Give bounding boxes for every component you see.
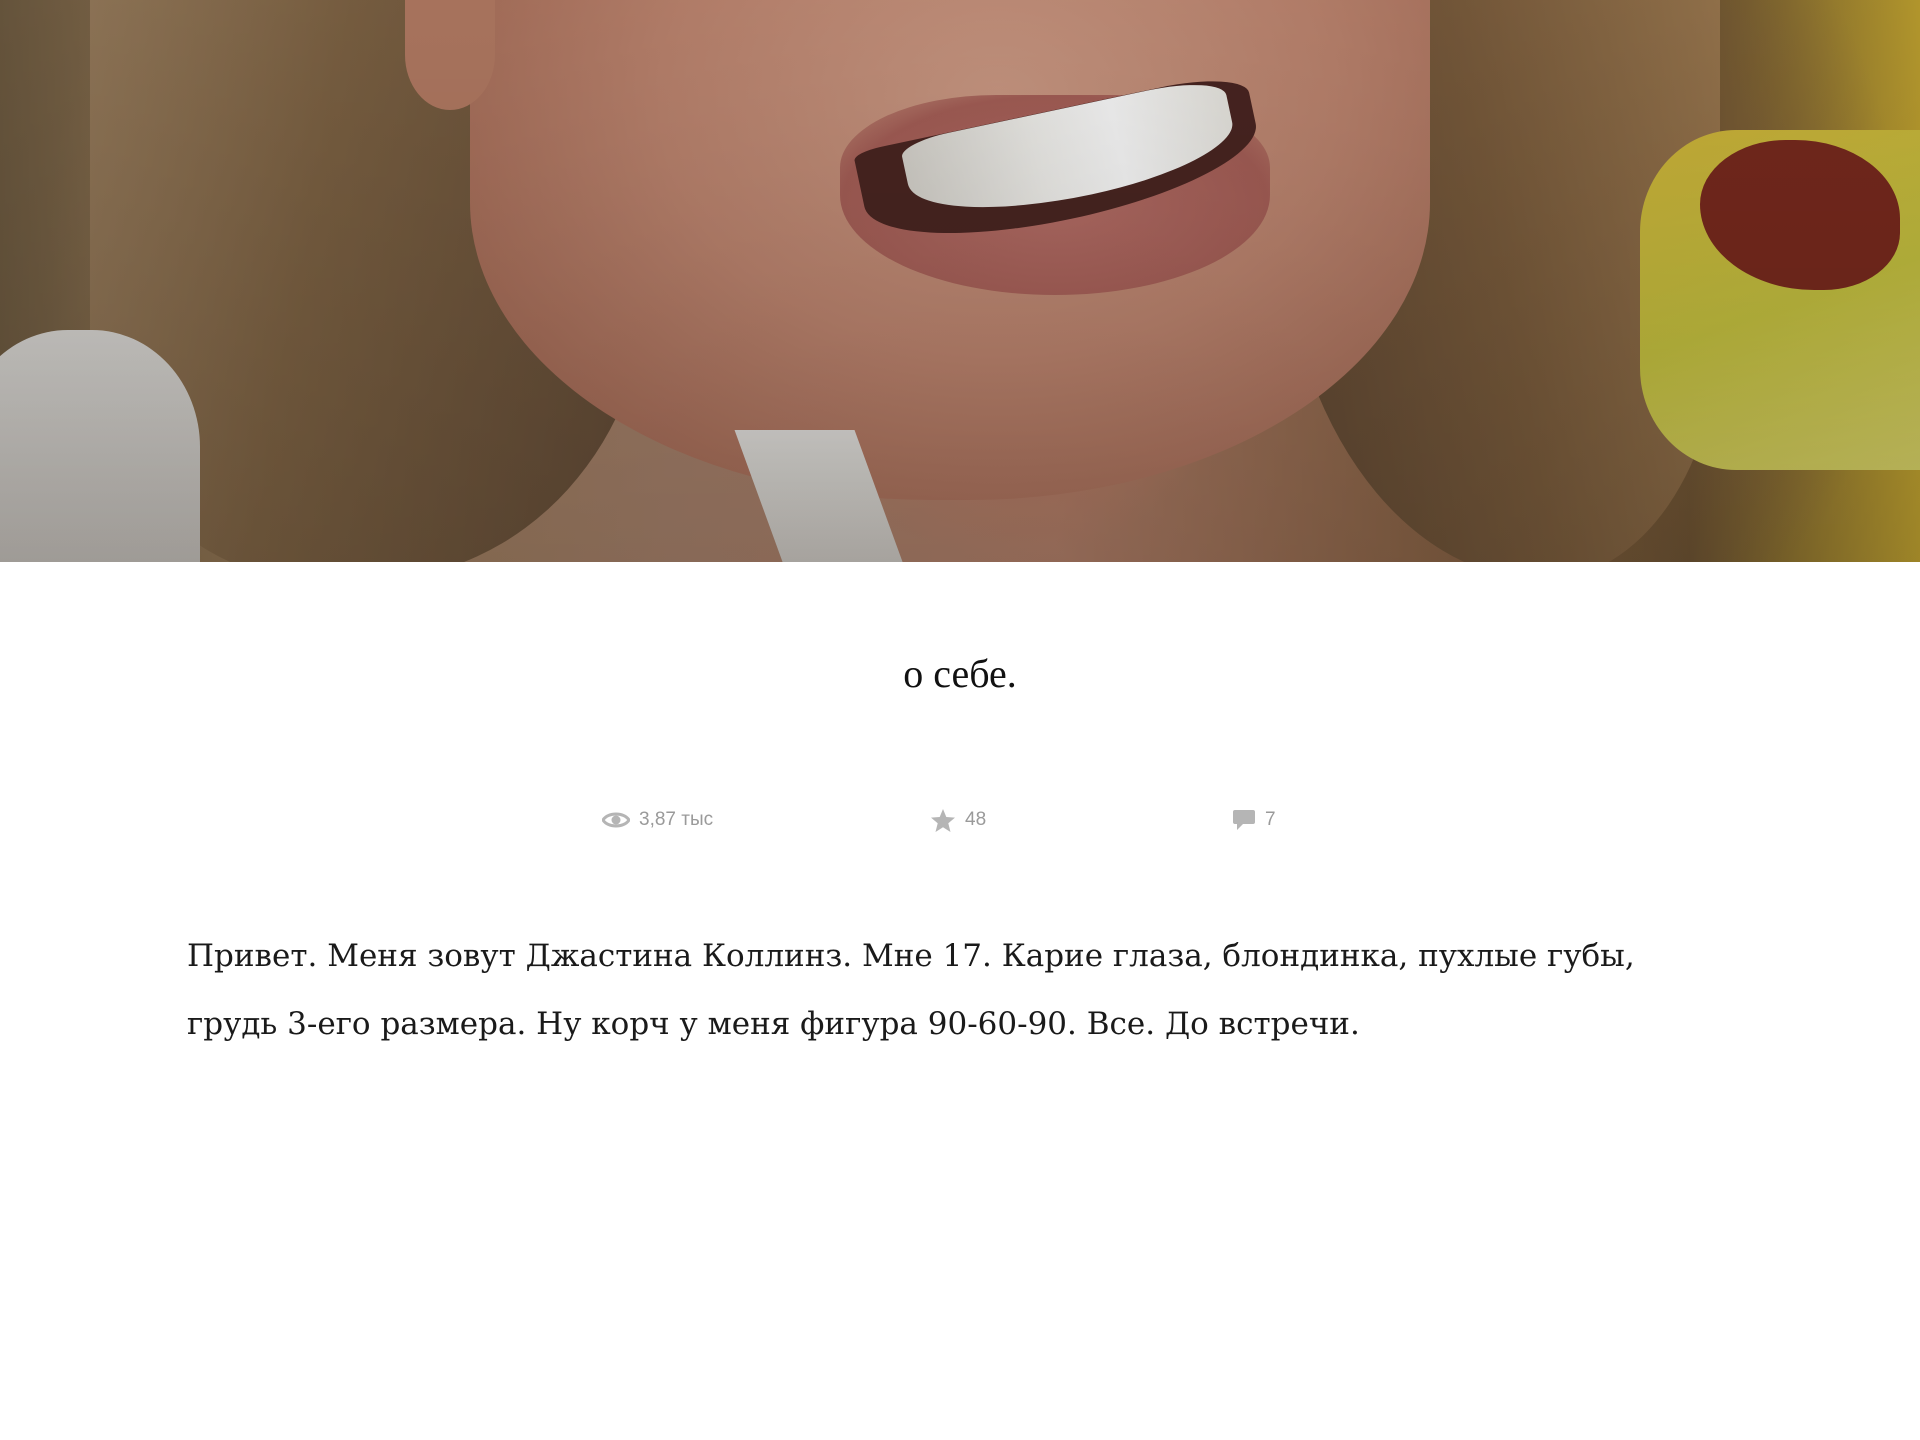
post-title: о себе.: [903, 651, 1017, 696]
views-count: 3,87 тыс: [639, 809, 714, 830]
comments-stat[interactable]: 7: [1232, 803, 1276, 837]
views-stat: 3,87 тыс: [602, 803, 713, 837]
comments-count: 7: [1265, 809, 1276, 830]
post-stats: 3,87 тыс 48 7: [0, 803, 1920, 837]
likes-count: 48: [965, 809, 987, 830]
comment-bubble-icon[interactable]: [1232, 808, 1256, 832]
eye-icon: [602, 810, 630, 830]
cover-photo: [0, 0, 1920, 562]
post-page: о себе. 3,87 тыс 48 7 Привет. Меня зовут…: [0, 0, 1920, 1440]
post-body: Привет. Меня зовут Джастина Коллинз. Мне…: [187, 938, 1635, 1042]
star-icon[interactable]: [930, 808, 956, 833]
likes-stat[interactable]: 48: [930, 803, 986, 837]
